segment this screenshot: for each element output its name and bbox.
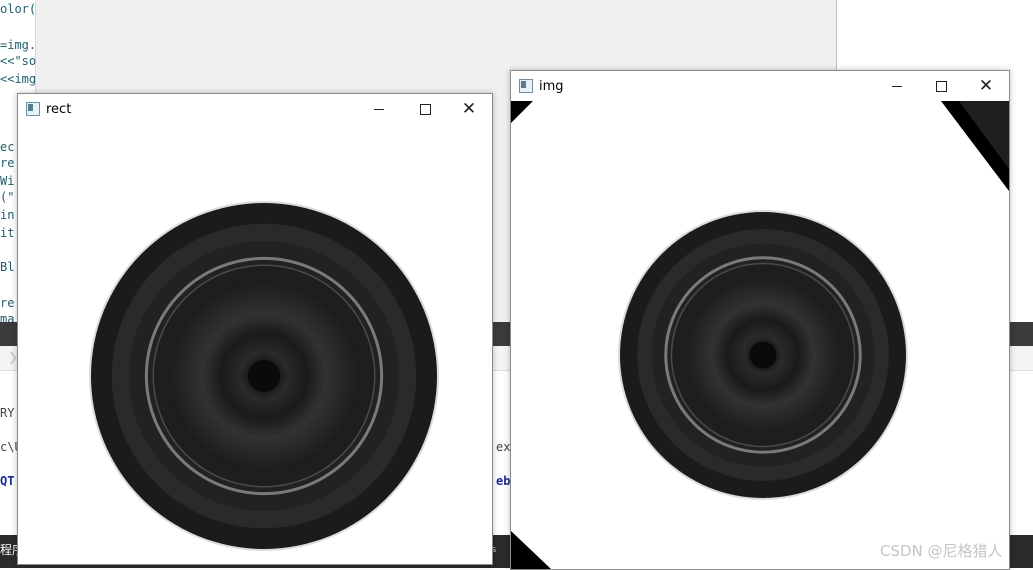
minimize-icon [374, 108, 384, 110]
code-line: in [0, 208, 15, 222]
vignette-corner [511, 101, 533, 123]
img-window[interactable]: img ✕ [510, 70, 1010, 570]
minimize-button[interactable] [874, 71, 920, 101]
img-window-title: img [539, 79, 564, 94]
rect-window-title: rect [46, 102, 72, 117]
code-line: re [0, 296, 15, 310]
code-line: (" [0, 190, 15, 204]
close-icon: ✕ [461, 98, 477, 119]
maximize-button[interactable] [918, 71, 964, 101]
close-button[interactable]: ✕ [446, 94, 492, 124]
code-line: =img. [0, 38, 37, 52]
output-line: ex [496, 440, 511, 454]
vignette-corner [511, 531, 551, 569]
maximize-icon [935, 80, 947, 92]
minimize-icon [892, 85, 902, 87]
lens-center [749, 341, 777, 369]
code-line: ec [0, 140, 15, 154]
code-line: <<"so [0, 54, 37, 68]
close-button[interactable]: ✕ [963, 71, 1009, 101]
panel-tab[interactable] [1008, 322, 1033, 346]
img-window-titlebar[interactable]: img ✕ [511, 71, 1009, 101]
code-line: Bl [0, 260, 15, 274]
watermark: CSDN @尼格猎人 [880, 542, 1003, 560]
img-image [511, 101, 1009, 569]
maximize-icon [419, 103, 431, 115]
opencv-window-icon [26, 102, 40, 116]
minimize-button[interactable] [356, 94, 402, 124]
code-line: re [0, 156, 15, 170]
lens-center [247, 359, 281, 393]
code-line: olor( [0, 2, 37, 16]
output-line: eb [496, 474, 511, 488]
rect-window-titlebar[interactable]: rect ✕ [18, 94, 492, 124]
rect-window[interactable]: rect ✕ [17, 93, 493, 565]
code-line: it [0, 226, 15, 240]
opencv-window-icon [519, 79, 533, 93]
code-line: Wi [0, 174, 15, 188]
rect-image [18, 124, 492, 564]
close-icon: ✕ [978, 75, 994, 96]
output-line: QT [0, 474, 15, 488]
output-line: RY [0, 406, 15, 420]
maximize-button[interactable] [402, 94, 448, 124]
code-line: <<img [0, 72, 37, 86]
